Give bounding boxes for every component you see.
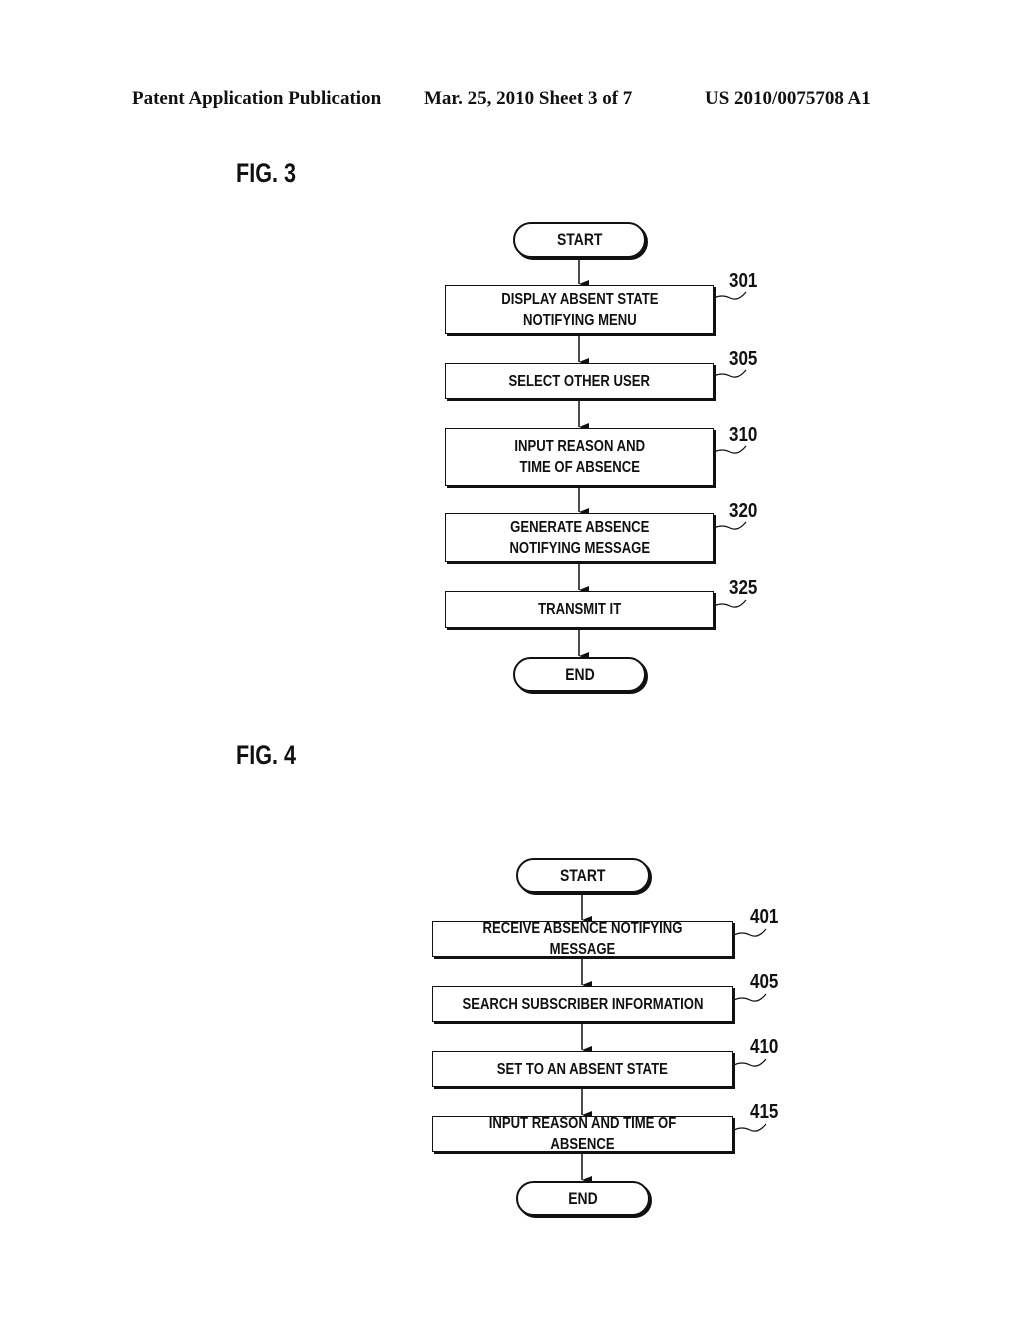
fig4-ref-415: 415 <box>750 1101 779 1123</box>
leader-405 <box>733 993 767 1002</box>
fig3-ref-305: 305 <box>729 348 758 370</box>
leader-410 <box>733 1058 767 1067</box>
fig4-step-415: INPUT REASON AND TIME OF ABSENCE <box>432 1115 733 1153</box>
leader-401 <box>733 928 767 937</box>
fig4-ref-405: 405 <box>750 971 779 993</box>
fig3-ref-320: 320 <box>729 500 758 522</box>
fig3-step-305-label: SELECT OTHER USER <box>508 372 651 390</box>
fig3-ref-325: 325 <box>729 577 758 599</box>
leader-305 <box>713 369 747 378</box>
fig4-start-terminal: START <box>516 858 650 893</box>
fig4-step-405: SEARCH SUBSCRIBER INFORMATION <box>432 986 733 1022</box>
fig4-step-410-label: SET TO AN ABSENT STATE <box>496 1060 669 1078</box>
fig3-title: FIG. 3 <box>236 158 297 188</box>
fig4-end-terminal: END <box>516 1181 650 1216</box>
fig3-step-301-label: DISPLAY ABSENT STATE NOTIFYING MENU <box>500 290 659 329</box>
fig3-step-301: DISPLAY ABSENT STATE NOTIFYING MENU <box>445 285 714 334</box>
leader-325 <box>713 599 747 608</box>
fig4-ref-410: 410 <box>750 1036 779 1058</box>
fig3-step-320: GENERATE ABSENCE NOTIFYING MESSAGE <box>445 513 714 562</box>
fig3-step-310-label: INPUT REASON AND TIME OF ABSENCE <box>514 438 645 476</box>
fig3-ref-310: 310 <box>729 424 758 446</box>
fig3-step-325: TRANSMIT IT <box>445 591 714 628</box>
fig3-end-label: END <box>564 664 595 684</box>
fig3-step-325-label: TRANSMIT IT <box>537 601 622 618</box>
fig4-step-401-label: RECEIVE ABSENCE NOTIFYING MESSAGE <box>482 920 683 958</box>
fig3-step-305: SELECT OTHER USER <box>445 363 714 399</box>
fig3-ref-301: 301 <box>729 270 758 292</box>
fig3-start-terminal: START <box>513 222 646 258</box>
fig4-step-415-label: INPUT REASON AND TIME OF ABSENCE <box>488 1115 677 1153</box>
fig4-step-401: RECEIVE ABSENCE NOTIFYING MESSAGE <box>432 920 733 958</box>
fig4-start-label: START <box>560 865 606 885</box>
fig4-step-410: SET TO AN ABSENT STATE <box>432 1051 733 1087</box>
leader-320 <box>713 521 747 530</box>
fig4-ref-401: 401 <box>750 906 779 928</box>
fig3-end-terminal: END <box>513 657 646 692</box>
fig4-step-405-label: SEARCH SUBSCRIBER INFORMATION <box>461 995 704 1013</box>
leader-415 <box>733 1123 767 1132</box>
fig4-end-label: END <box>568 1188 598 1208</box>
leader-301 <box>713 291 747 300</box>
fig4-title: FIG. 4 <box>236 740 297 770</box>
fig3-step-320-label: GENERATE ABSENCE NOTIFYING MESSAGE <box>509 518 650 557</box>
fig3-step-310: INPUT REASON AND TIME OF ABSENCE <box>445 428 714 486</box>
fig3-start-label: START <box>556 230 603 249</box>
leader-310 <box>713 445 747 454</box>
